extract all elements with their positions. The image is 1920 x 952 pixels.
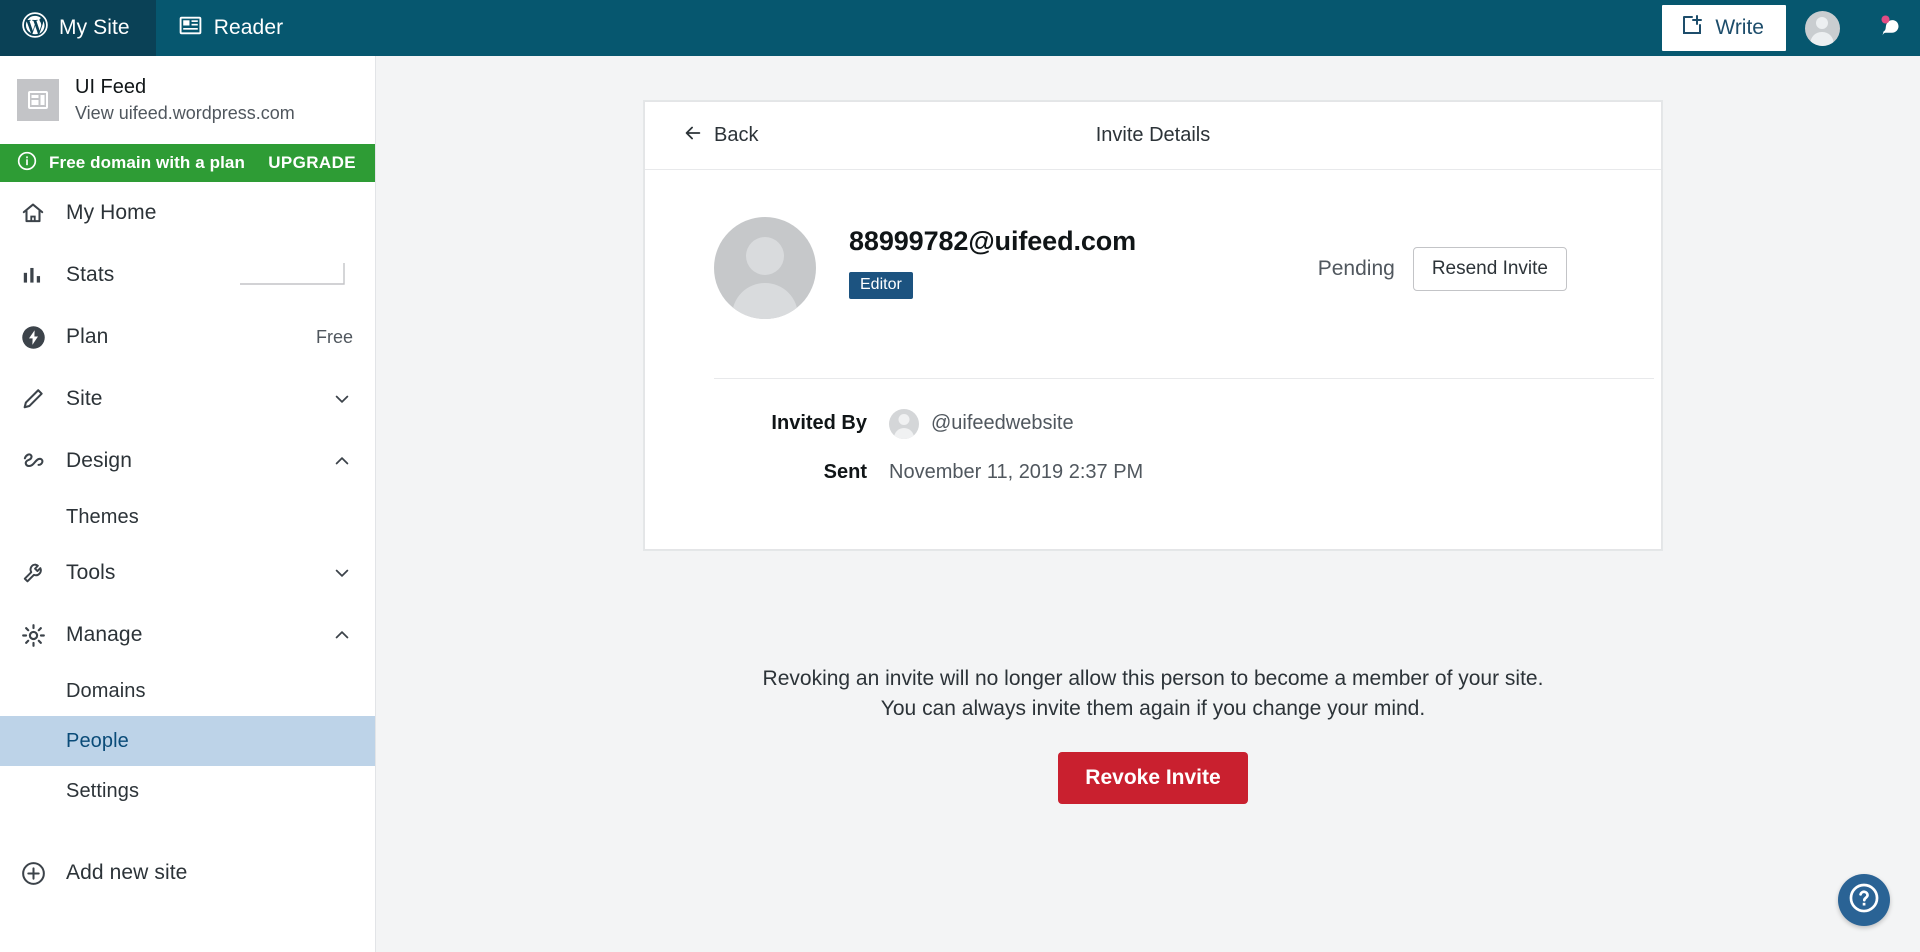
chevron-up-icon <box>331 624 353 646</box>
home-icon <box>18 198 48 228</box>
sidebar-item-people-label: People <box>66 729 129 752</box>
sidebar-item-manage[interactable]: Manage <box>0 604 375 666</box>
plan-bolt-icon <box>18 322 48 352</box>
invitee-email: 88999782@uifeed.com <box>849 226 1137 256</box>
invitee-row: 88999782@uifeed.com Editor Pending Resen… <box>685 217 1621 319</box>
sidebar-item-plan[interactable]: Plan Free <box>0 306 375 368</box>
inviter-username[interactable]: @uifeedwebsite <box>931 412 1074 435</box>
sidebar-item-plan-value: Free <box>315 326 353 347</box>
sidebar-item-my-home-label: My Home <box>66 201 157 224</box>
sidebar-site-title: UI Feed <box>75 76 147 99</box>
invite-card-body: 88999782@uifeed.com Editor Pending Resen… <box>645 170 1661 549</box>
help-button[interactable] <box>1838 874 1890 926</box>
meta-label-sent: Sent <box>823 461 867 483</box>
arrow-left-icon <box>682 122 704 149</box>
write-button[interactable]: Write <box>1662 5 1786 51</box>
invite-details-card: Back Invite Details 88999782@uifeed.com … <box>644 101 1662 550</box>
sidebar-site-url[interactable]: View uifeed.wordpress.com <box>75 103 295 124</box>
sidebar-item-add-new-site-label: Add new site <box>66 861 188 884</box>
pencil-icon <box>18 384 48 414</box>
plus-circle-icon <box>18 858 48 888</box>
write-button-label: Write <box>1715 16 1764 39</box>
sidebar-item-themes[interactable]: Themes <box>0 492 375 542</box>
meta-label-invited-by: Invited By <box>771 412 867 434</box>
revoke-section: Revoking an invite will no longer allow … <box>644 664 1662 804</box>
notifications-button[interactable] <box>1858 0 1920 56</box>
wordpress-logo-icon <box>22 12 48 44</box>
design-brush-icon <box>18 446 48 476</box>
masthead-account-button[interactable] <box>1786 0 1858 56</box>
info-circle-icon <box>17 151 37 176</box>
sidebar-item-my-home[interactable]: My Home <box>0 182 375 244</box>
divider <box>714 378 1654 379</box>
masthead-tab-my-site-label: My Site <box>59 16 130 39</box>
sidebar-item-plan-label: Plan <box>66 325 109 348</box>
notifications-bell-icon <box>1874 11 1904 46</box>
sidebar-item-settings-label: Settings <box>66 779 140 802</box>
wrench-icon <box>18 558 48 588</box>
sidebar-item-manage-label: Manage <box>66 623 143 646</box>
revoke-description-line-1: Revoking an invite will no longer allow … <box>762 667 1544 690</box>
card-bottom-padding <box>685 497 1621 549</box>
sidebar-item-tools-label: Tools <box>66 561 116 584</box>
sidebar-item-domains[interactable]: Domains <box>0 666 375 716</box>
sidebar-item-settings[interactable]: Settings <box>0 766 375 816</box>
sidebar-item-stats-label: Stats <box>66 263 115 286</box>
sidebar-item-add-new-site[interactable]: Add new site <box>0 842 375 904</box>
sidebar-item-people[interactable]: People <box>0 716 375 766</box>
sidebar-item-themes-label: Themes <box>66 505 139 528</box>
masthead-tab-my-site[interactable]: My Site <box>0 0 156 56</box>
resend-invite-button[interactable]: Resend Invite <box>1412 247 1567 291</box>
chevron-down-icon <box>331 388 353 410</box>
stats-bars-icon <box>18 260 48 290</box>
role-badge: Editor <box>849 272 913 299</box>
main-content: Back Invite Details 88999782@uifeed.com … <box>376 56 1920 952</box>
masthead-spacer <box>309 0 1662 56</box>
upgrade-banner-action[interactable]: UPGRADE <box>268 153 356 173</box>
sidebar-item-stats[interactable]: Stats <box>0 244 375 306</box>
sidebar-item-tools[interactable]: Tools <box>0 542 375 604</box>
sidebar: UI Feed View uifeed.wordpress.com Free d… <box>0 56 376 952</box>
revoke-description-line-2: You can always invite them again if you … <box>880 697 1426 721</box>
invite-status-block: Pending Resend Invite <box>1318 217 1621 291</box>
stats-sparkline <box>240 258 353 293</box>
sidebar-item-site-label: Site <box>66 387 103 410</box>
chevron-down-icon <box>331 562 353 584</box>
site-thumbnail-icon <box>17 79 59 121</box>
write-page-plus-icon <box>1680 13 1704 43</box>
masthead-tab-reader-label: Reader <box>213 16 284 39</box>
page-title: Invite Details <box>1095 124 1211 146</box>
masthead: My Site Reader Write <box>0 0 1920 56</box>
sidebar-item-site[interactable]: Site <box>0 368 375 430</box>
status-badge: Pending <box>1317 257 1395 280</box>
gear-icon <box>18 620 48 650</box>
sidebar-site-card[interactable]: UI Feed View uifeed.wordpress.com <box>0 56 375 144</box>
sidebar-site-meta: UI Feed View uifeed.wordpress.com <box>75 76 295 124</box>
upgrade-banner-label: Free domain with a plan <box>49 153 245 172</box>
meta-row-invited-by: Invited By @uifeedwebsite <box>685 399 1621 448</box>
reader-icon <box>178 13 203 44</box>
invite-card-header: Back Invite Details <box>645 102 1661 170</box>
sidebar-item-design-label: Design <box>66 449 132 472</box>
sidebar-item-domains-label: Domains <box>66 679 146 702</box>
revoke-invite-button[interactable]: Revoke Invite <box>1058 751 1248 804</box>
invitee-avatar-icon <box>714 217 816 319</box>
help-question-icon <box>1847 881 1881 920</box>
meta-value-sent: November 11, 2019 2:37 PM <box>889 461 1144 483</box>
invitee-info: 88999782@uifeed.com Editor <box>816 217 1318 299</box>
user-avatar-icon <box>1804 10 1840 46</box>
back-button[interactable]: Back <box>645 122 758 149</box>
masthead-tab-reader[interactable]: Reader <box>156 0 309 56</box>
meta-row-sent: Sent November 11, 2019 2:37 PM <box>685 448 1621 497</box>
meta-value-invited-by: @uifeedwebsite <box>889 408 1074 439</box>
inviter-avatar-icon <box>889 408 919 439</box>
sidebar-item-design[interactable]: Design <box>0 430 375 492</box>
back-button-label: Back <box>714 124 759 146</box>
upgrade-banner[interactable]: Free domain with a plan UPGRADE <box>0 144 375 182</box>
chevron-up-icon <box>331 450 353 472</box>
